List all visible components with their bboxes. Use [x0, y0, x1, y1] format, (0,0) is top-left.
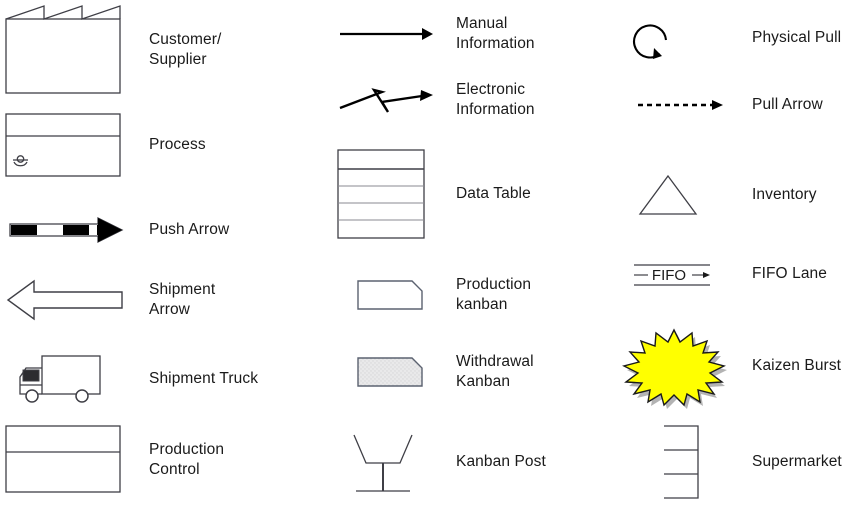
legend-entry-push-arrow: Push Arrow [4, 213, 319, 247]
legend-label-inventory: Inventory [752, 185, 817, 203]
legend-label-electronic-information: Electronic Information [456, 81, 535, 119]
legend-entry-kanban-post: Kanban Post [336, 427, 616, 497]
legend-entry-withdrawal-kanban: Withdrawal Kanban [336, 352, 616, 393]
production-kanban-icon [336, 275, 456, 315]
legend-label-customer-supplier: Customer/ Supplier [149, 30, 222, 68]
straight-arrow-icon [336, 18, 456, 50]
legend-entry-process: Process [4, 112, 319, 178]
legend-label-process: Process [149, 135, 206, 153]
legend-entry-fifo-lane: FIFO FIFO Lane [622, 258, 850, 290]
legend-entry-production-control: Production Control [4, 424, 319, 496]
legend-label-kaizen-burst: Kaizen Burst [752, 356, 842, 374]
legend-label-fifo-lane: FIFO Lane [752, 264, 827, 282]
legend-label-manual-information: Manual Information [456, 15, 535, 53]
legend-label-data-table: Data Table [456, 184, 531, 202]
process-box-icon [4, 112, 149, 178]
truck-icon [4, 348, 149, 410]
fifo-lane-icon: FIFO [622, 258, 752, 290]
shipment-arrow-icon [4, 277, 149, 323]
legend-label-pull-arrow: Pull Arrow [752, 95, 823, 113]
legend-entry-electronic-information: Electronic Information [336, 80, 616, 121]
legend-entry-inventory: Inventory [622, 170, 850, 220]
legend-entry-kaizen-burst: Kaizen Burst [604, 326, 850, 409]
kaizen-burst-icon [604, 326, 752, 409]
push-arrow-icon [4, 213, 149, 247]
legend-entry-manual-information: Manual Information [336, 14, 616, 55]
legend-label-production-control: Production Control [149, 440, 225, 478]
legend-label-supermarket: Supermarket [752, 452, 842, 470]
data-table-icon [336, 148, 456, 240]
kanban-post-icon [336, 427, 456, 497]
legend-label-kanban-post: Kanban Post [456, 452, 546, 470]
factory-icon [4, 4, 149, 96]
legend-entry-pull-arrow: Pull Arrow [622, 92, 850, 118]
legend-label-shipment-arrow: Shipment Arrow [149, 280, 216, 318]
legend-label-push-arrow: Push Arrow [149, 220, 230, 238]
legend-label-physical-pull: Physical Pull [752, 28, 842, 46]
dashed-arrow-icon [622, 92, 752, 118]
production-control-icon [4, 424, 149, 496]
legend-label-production-kanban: Production kanban [456, 276, 532, 314]
lightning-arrow-icon [336, 82, 456, 118]
legend-entry-production-kanban: Production kanban [336, 275, 616, 316]
vsm-symbol-legend: Customer/ Supplier Process Push Arrow Sh… [0, 0, 850, 505]
legend-entry-physical-pull: Physical Pull [622, 10, 850, 66]
legend-entry-supermarket: Supermarket [622, 422, 850, 502]
legend-entry-shipment-truck: Shipment Truck [4, 348, 319, 410]
legend-entry-customer-supplier: Customer/ Supplier [4, 4, 319, 96]
legend-entry-data-table: Data Table [336, 148, 616, 240]
circular-arrow-icon [622, 10, 752, 66]
withdrawal-kanban-icon [336, 352, 456, 392]
supermarket-icon [622, 422, 752, 502]
legend-entry-shipment-arrow: Shipment Arrow [4, 277, 319, 323]
triangle-icon [622, 170, 752, 220]
legend-label-withdrawal-kanban: Withdrawal Kanban [456, 353, 534, 391]
legend-label-shipment-truck: Shipment Truck [149, 369, 259, 387]
fifo-inner-text: FIFO [652, 267, 686, 284]
